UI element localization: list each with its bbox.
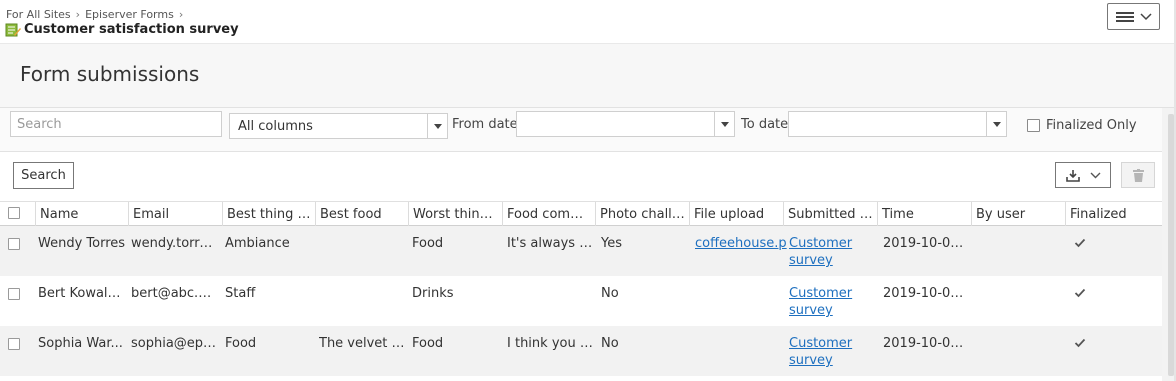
cell-photo-challenge: Yes — [601, 236, 622, 251]
column-header[interactable]: Finalized — [1065, 202, 1162, 226]
row-checkbox[interactable] — [8, 338, 20, 350]
submitted-from-link[interactable]: Customer survey — [789, 285, 859, 319]
checkmark-icon — [1074, 338, 1086, 348]
breadcrumb-item-episerver-forms[interactable]: Episerver Forms — [85, 8, 174, 21]
chevron-down-icon — [1139, 12, 1152, 20]
cell-best-thing: Staff — [225, 286, 256, 301]
form-title: Customer satisfaction survey — [24, 22, 239, 37]
file-upload-link[interactable]: coffeehouse.p — [695, 235, 787, 252]
column-header[interactable]: Time — [877, 202, 971, 226]
row-checkbox[interactable] — [8, 238, 20, 250]
export-button[interactable] — [1055, 162, 1111, 188]
column-header[interactable]: Submitted f... — [783, 202, 877, 226]
cell-time: 2019-10-01, 1... — [883, 286, 969, 301]
menu-button[interactable] — [1107, 3, 1160, 30]
chevron-down-icon — [1090, 172, 1100, 178]
submitted-from-link[interactable]: Customer survey — [789, 335, 859, 369]
cell-name: Wendy Torres — [38, 236, 126, 251]
cell-best-thing: Ambiance — [225, 236, 290, 251]
cell-photo-challenge: No — [601, 286, 619, 301]
chevron-down-icon — [714, 112, 734, 136]
title-row: Customer satisfaction survey — [5, 22, 239, 37]
submitted-from-link[interactable]: Customer survey — [789, 235, 859, 269]
table-header: Name Email Best thing a... Best food Wor… — [0, 201, 1162, 226]
heading-band: Form submissions — [0, 44, 1174, 108]
breadcrumb-item-all-sites[interactable]: For All Sites — [6, 8, 71, 21]
from-date-picker[interactable] — [516, 111, 735, 137]
chevron-right-icon: › — [75, 8, 81, 21]
form-icon — [5, 23, 21, 36]
cell-worst-thing: Drinks — [412, 286, 454, 301]
finalized-only-checkbox[interactable] — [1027, 119, 1040, 132]
finalized-only-label: Finalized Only — [1046, 118, 1137, 133]
page-title: Form submissions — [20, 62, 200, 86]
select-all-checkbox[interactable] — [8, 207, 20, 219]
cell-email: sophia@epi... — [131, 336, 217, 351]
column-header[interactable]: Best thing a... — [222, 202, 315, 226]
cell-food-complaint: It's always to... — [507, 236, 593, 251]
table-row[interactable]: Wendy Torres wendy.torre... Ambiance Foo… — [0, 226, 1162, 276]
search-input[interactable] — [11, 112, 221, 136]
cell-photo-challenge: No — [601, 336, 619, 351]
cell-email: bert@abc.c... — [131, 286, 217, 301]
cell-worst-thing: Food — [412, 236, 444, 251]
column-header[interactable]: Email — [128, 202, 222, 226]
column-header[interactable]: Photo challe... — [595, 202, 689, 226]
column-select-value: All columns — [238, 119, 313, 134]
checkmark-icon — [1074, 288, 1086, 298]
finalized-only-toggle[interactable]: Finalized Only — [1027, 118, 1137, 133]
download-icon — [1065, 169, 1080, 182]
hamburger-menu-icon — [1115, 10, 1134, 24]
column-header[interactable]: Best food — [315, 202, 408, 226]
cell-food-complaint: I think you s... — [507, 336, 593, 351]
chevron-down-icon — [427, 114, 447, 138]
column-header[interactable]: Food compl... — [502, 202, 595, 226]
delete-button[interactable] — [1121, 162, 1155, 188]
cell-time: 2019-10-01, 1... — [883, 336, 969, 351]
column-header[interactable]: By user — [971, 202, 1065, 226]
top-bar: For All Sites › Episerver Forms › Custom… — [0, 0, 1176, 44]
row-checkbox[interactable] — [8, 288, 20, 300]
cell-email: wendy.torre... — [131, 236, 217, 251]
chevron-down-icon — [986, 112, 1006, 136]
to-date-picker[interactable] — [788, 111, 1007, 137]
cell-best-thing: Food — [225, 336, 257, 351]
column-select[interactable]: All columns — [229, 113, 448, 139]
cell-worst-thing: Food — [412, 336, 444, 351]
chevron-right-icon: › — [178, 8, 184, 21]
cell-time: 2019-10-01, 1... — [883, 236, 969, 251]
table-row[interactable]: Sophia War... sophia@epi... Food The vel… — [0, 326, 1162, 376]
search-button[interactable]: Search — [13, 162, 74, 189]
column-header[interactable]: File upload — [689, 202, 783, 226]
trash-icon — [1132, 168, 1144, 182]
checkmark-icon — [1074, 238, 1086, 248]
to-date-label: To date — [741, 117, 789, 132]
table-row[interactable]: Bert Kowale... bert@abc.c... Staff Drink… — [0, 276, 1162, 326]
from-date-label: From date — [452, 117, 518, 132]
breadcrumb: For All Sites › Episerver Forms › — [6, 8, 188, 21]
column-header[interactable]: Name — [35, 202, 128, 226]
column-header[interactable]: Worst thing ... — [408, 202, 502, 226]
cell-best-food: The velvet c... — [319, 336, 405, 351]
action-bar: Search — [0, 152, 1174, 201]
cell-name: Bert Kowale... — [38, 286, 126, 301]
cell-name: Sophia War... — [38, 336, 123, 351]
search-input-wrap — [10, 111, 222, 137]
